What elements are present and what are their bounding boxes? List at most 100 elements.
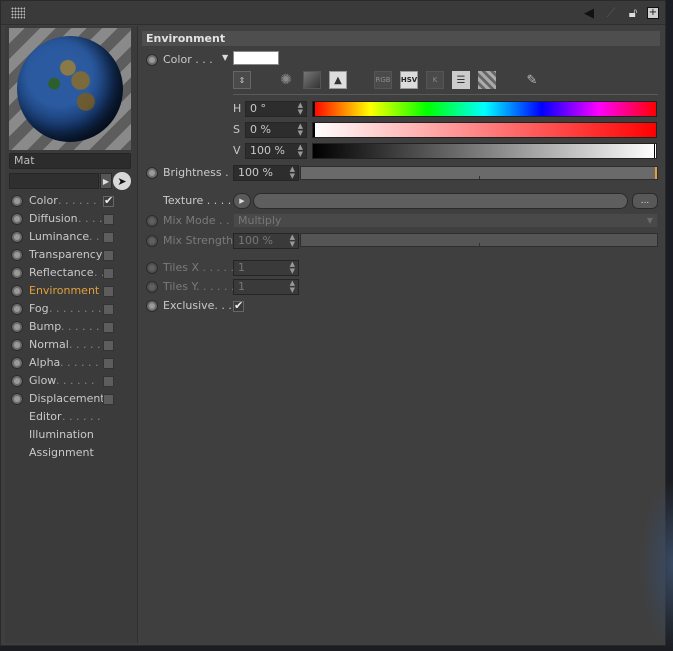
- path-arrow-button[interactable]: ▶: [100, 173, 112, 189]
- mix-mode-dropdown[interactable]: Multiply ▼: [233, 213, 658, 228]
- channel-anim-radio[interactable]: [11, 213, 23, 225]
- channel-checkbox[interactable]: [103, 304, 114, 315]
- spin-arrows-icon[interactable]: ▲ ▼: [298, 102, 303, 116]
- texture-browse-button[interactable]: ...: [632, 193, 658, 209]
- channel-anim-radio[interactable]: [11, 357, 23, 369]
- channel-anim-radio[interactable]: [11, 339, 23, 351]
- mix-strength-slider[interactable]: [300, 233, 658, 247]
- channel-item-displacement[interactable]: Displacement: [5, 390, 138, 408]
- channel-checkbox[interactable]: [103, 322, 114, 333]
- spin-arrows-icon[interactable]: ▲ ▼: [290, 234, 295, 248]
- spin-arrows-icon[interactable]: ▲ ▼: [290, 261, 295, 275]
- saturation-slider[interactable]: [312, 122, 657, 138]
- color-anim-radio[interactable]: [146, 54, 158, 66]
- lock-icon[interactable]: 🔓︎: [625, 5, 641, 21]
- mix-mode-anim-radio[interactable]: [146, 215, 158, 227]
- brightness-value-field[interactable]: 100 % ▲ ▼: [233, 165, 299, 181]
- channel-checkbox[interactable]: [103, 286, 114, 297]
- pointer-arrow-icon[interactable]: ◀: [581, 5, 597, 21]
- tiles-y-value: 1: [238, 280, 245, 293]
- mix-strength-value-field[interactable]: 100 % ▲ ▼: [233, 233, 299, 249]
- channel-label-dots: . . . . . .: [61, 320, 100, 333]
- slider-tick: [479, 243, 480, 246]
- spin-arrows-icon[interactable]: ▲ ▼: [290, 280, 295, 294]
- channel-anim-radio[interactable]: [11, 195, 23, 207]
- pick-cursor-icon[interactable]: ➤: [113, 172, 131, 190]
- channel-checkbox[interactable]: [103, 214, 114, 225]
- channel-checkbox[interactable]: [103, 376, 114, 387]
- add-window-icon[interactable]: +: [647, 7, 659, 19]
- channel-item-bump[interactable]: Bump . . . . . .: [5, 318, 138, 336]
- picker-icon[interactable]: ⇕: [233, 71, 251, 89]
- channel-anim-radio[interactable]: [11, 249, 23, 261]
- channel-item-reflectance[interactable]: Reflectance . .: [5, 264, 138, 282]
- channel-checkbox[interactable]: [103, 268, 114, 279]
- channel-anim-radio[interactable]: [11, 321, 23, 333]
- texture-menu-button[interactable]: ▶: [233, 193, 251, 209]
- brightness-slider-knob[interactable]: [655, 167, 657, 179]
- hue-slider[interactable]: [312, 101, 657, 117]
- h-value-field[interactable]: 0 ° ▲ ▼: [245, 101, 307, 117]
- channel-item-fog[interactable]: Fog . . . . . . . .: [5, 300, 138, 318]
- value-slider[interactable]: [312, 143, 657, 159]
- tiles-y-field[interactable]: 1 ▲ ▼: [233, 279, 299, 295]
- channel-item-illumination[interactable]: Illumination: [5, 426, 138, 444]
- tiles-x-anim-radio[interactable]: [146, 262, 158, 274]
- channel-anim-radio[interactable]: [11, 303, 23, 315]
- channel-checkbox[interactable]: [103, 358, 114, 369]
- channel-checkbox[interactable]: [103, 394, 114, 405]
- kelvin-mode-button[interactable]: K: [426, 71, 444, 89]
- channel-item-color[interactable]: Color . . . . . .: [5, 192, 138, 210]
- material-preview[interactable]: [9, 28, 131, 150]
- material-name-field[interactable]: Mat: [9, 153, 131, 169]
- channel-anim-radio[interactable]: [11, 267, 23, 279]
- spin-arrows-icon[interactable]: ▲ ▼: [298, 144, 303, 158]
- channel-anim-radio[interactable]: [11, 393, 23, 405]
- channel-item-luminance[interactable]: Luminance . .: [5, 228, 138, 246]
- channel-item-environment[interactable]: Environment: [5, 282, 138, 300]
- spin-arrows-icon[interactable]: ▲ ▼: [290, 166, 295, 180]
- image-picker-icon[interactable]: ▲: [329, 71, 347, 89]
- channel-anim-radio[interactable]: [11, 375, 23, 387]
- channel-checkbox[interactable]: [103, 340, 114, 351]
- brightness-slider[interactable]: [300, 166, 658, 180]
- spin-arrows-icon[interactable]: ▲ ▼: [298, 123, 303, 137]
- pin-icon[interactable]: ⟋: [603, 5, 619, 21]
- exclusive-anim-radio[interactable]: [146, 300, 158, 312]
- channel-checkbox[interactable]: [103, 194, 114, 207]
- window-grip-icon[interactable]: [11, 7, 25, 19]
- channel-item-assignment[interactable]: Assignment: [5, 444, 138, 462]
- s-value-field[interactable]: 0 % ▲ ▼: [245, 122, 307, 138]
- value-marker[interactable]: [654, 144, 656, 158]
- channel-checkbox[interactable]: [103, 232, 114, 243]
- channel-item-editor[interactable]: Editor . . . . . .: [5, 408, 138, 426]
- swatches-icon[interactable]: [478, 71, 496, 89]
- channel-item-normal[interactable]: Normal . . . . .: [5, 336, 138, 354]
- hue-marker[interactable]: [313, 102, 315, 116]
- mix-strength-anim-radio[interactable]: [146, 235, 158, 247]
- channel-anim-radio[interactable]: [11, 285, 23, 297]
- color-wheel-icon[interactable]: ✺: [277, 71, 295, 89]
- channel-checkbox[interactable]: [103, 250, 114, 261]
- mixer-icon[interactable]: ☰: [452, 71, 470, 89]
- saturation-marker[interactable]: [313, 123, 315, 137]
- channel-item-transparency[interactable]: Transparency: [5, 246, 138, 264]
- h-label: H: [233, 102, 242, 115]
- tiles-y-anim-radio[interactable]: [146, 281, 158, 293]
- color-swatch[interactable]: [233, 51, 279, 65]
- v-value-field[interactable]: 100 % ▲ ▼: [245, 143, 307, 159]
- channel-item-alpha[interactable]: Alpha . . . . . .: [5, 354, 138, 372]
- tiles-x-field[interactable]: 1 ▲ ▼: [233, 260, 299, 276]
- eyedropper-icon[interactable]: ✎: [523, 71, 541, 89]
- hsv-mode-button[interactable]: HSV: [400, 71, 418, 89]
- channel-item-diffusion[interactable]: Diffusion . . . .: [5, 210, 138, 228]
- spectrum-icon[interactable]: [303, 71, 321, 89]
- path-field[interactable]: [9, 173, 99, 189]
- channel-anim-radio[interactable]: [11, 231, 23, 243]
- exclusive-checkbox[interactable]: [233, 299, 244, 312]
- texture-slot[interactable]: [253, 193, 628, 209]
- brightness-anim-radio[interactable]: [146, 167, 158, 179]
- channel-item-glow[interactable]: Glow . . . . . .: [5, 372, 138, 390]
- color-expand-icon[interactable]: ▼: [222, 53, 228, 62]
- rgb-mode-button[interactable]: RGB: [374, 71, 392, 89]
